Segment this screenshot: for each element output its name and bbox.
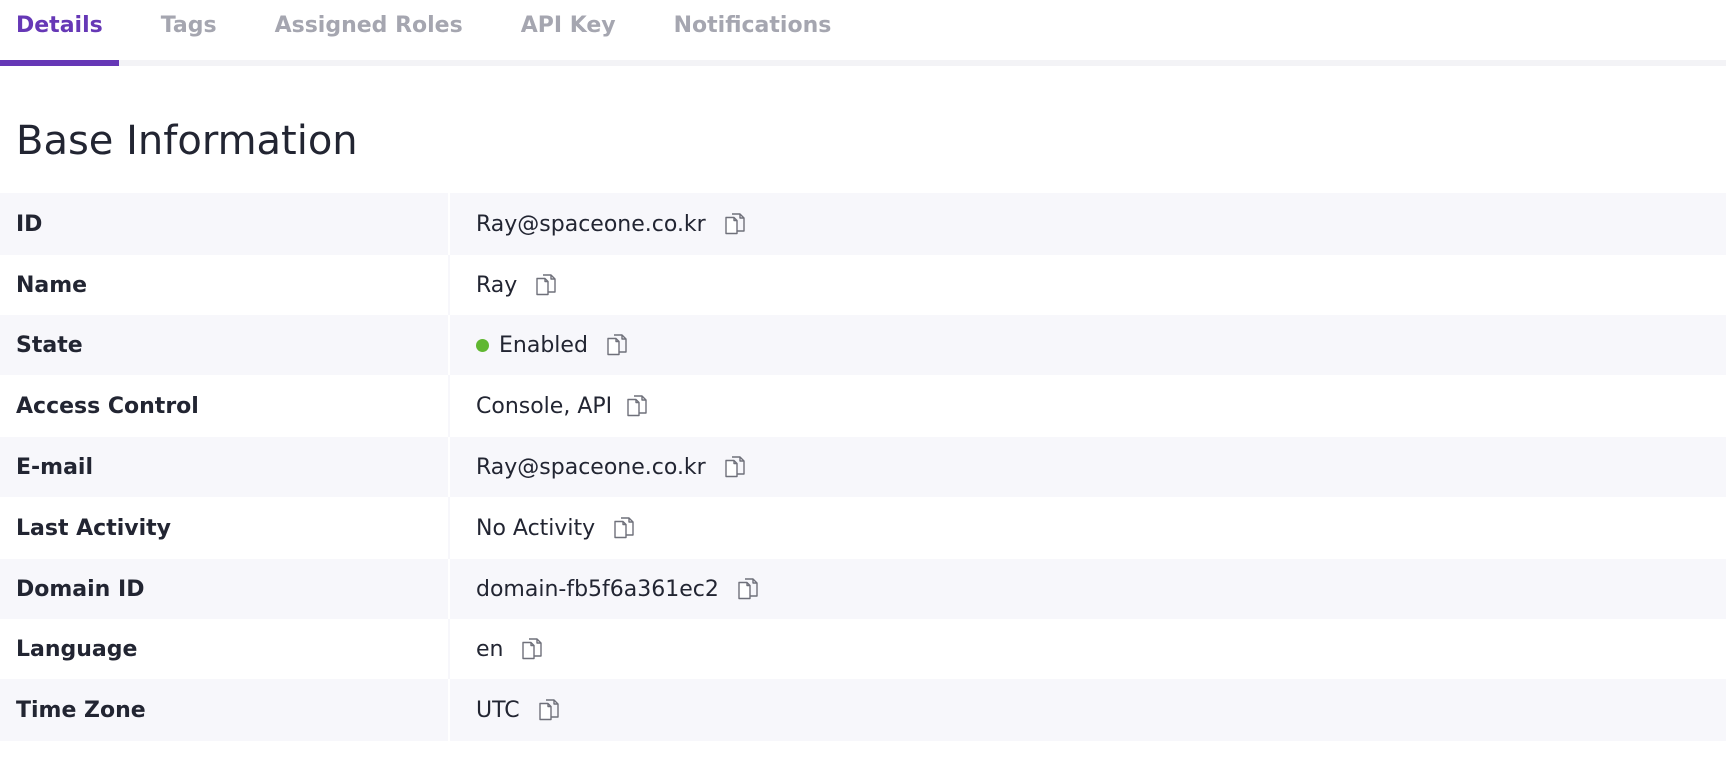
row-label: Name (0, 255, 450, 315)
row-label: Access Control (0, 375, 450, 437)
tab-details[interactable]: Details (0, 0, 119, 66)
row-value: domain-fb5f6a361ec2 (450, 559, 1726, 619)
row-value: UTC (450, 679, 1726, 741)
copy-icon[interactable] (611, 515, 637, 541)
table-row-id: ID Ray@spaceone.co.kr (0, 193, 1726, 255)
copy-icon[interactable] (604, 332, 630, 358)
row-label: Domain ID (0, 559, 450, 619)
row-value-text: domain-fb5f6a361ec2 (476, 576, 719, 602)
row-value: en (450, 619, 1726, 679)
copy-icon[interactable] (735, 576, 761, 602)
row-value-text: Console, API (476, 393, 613, 419)
row-value: Ray (450, 255, 1726, 315)
copy-icon[interactable] (533, 272, 559, 298)
tab-assigned-roles[interactable]: Assigned Roles (259, 0, 479, 60)
row-value-text: Ray@spaceone.co.kr (476, 454, 706, 480)
row-value-text: UTC (476, 697, 520, 723)
row-label: State (0, 315, 450, 375)
row-label: Last Activity (0, 497, 450, 559)
table-row-state: State Enabled (0, 315, 1726, 375)
row-value: Enabled (450, 315, 1726, 375)
row-value-text: en (476, 636, 504, 662)
table-row-language: Language en (0, 619, 1726, 679)
table-row-last-activity: Last Activity No Activity (0, 497, 1726, 559)
row-label: Language (0, 619, 450, 679)
tab-bar: Details Tags Assigned Roles API Key Noti… (0, 0, 1726, 66)
copy-icon[interactable] (722, 454, 748, 480)
row-value: Console, API (450, 375, 1726, 437)
table-row-name: Name Ray (0, 255, 1726, 315)
status-dot-icon (476, 338, 489, 352)
row-value: Ray@spaceone.co.kr (450, 193, 1726, 255)
copy-icon[interactable] (536, 697, 562, 723)
row-value-text: No Activity (476, 515, 596, 541)
section-title: Base Information (16, 118, 358, 164)
row-label: ID (0, 193, 450, 255)
tab-notifications[interactable]: Notifications (658, 0, 848, 60)
row-value-text: Ray (476, 272, 518, 298)
copy-icon[interactable] (722, 211, 748, 237)
copy-icon[interactable] (519, 636, 545, 662)
tab-tags[interactable]: Tags (145, 0, 233, 60)
tab-api-key[interactable]: API Key (505, 0, 632, 60)
row-label: Time Zone (0, 679, 450, 741)
copy-icon[interactable] (624, 393, 650, 419)
row-label: E-mail (0, 437, 450, 497)
status-text: Enabled (499, 332, 588, 358)
base-information-table: ID Ray@spaceone.co.kr Name Ray State Ena… (0, 193, 1726, 741)
table-row-email: E-mail Ray@spaceone.co.kr (0, 437, 1726, 497)
row-value: No Activity (450, 497, 1726, 559)
table-row-time-zone: Time Zone UTC (0, 679, 1726, 741)
row-value-text: Ray@spaceone.co.kr (476, 211, 706, 237)
row-value: Ray@spaceone.co.kr (450, 437, 1726, 497)
table-row-domain-id: Domain ID domain-fb5f6a361ec2 (0, 559, 1726, 619)
table-row-access-control: Access Control Console, API (0, 375, 1726, 437)
